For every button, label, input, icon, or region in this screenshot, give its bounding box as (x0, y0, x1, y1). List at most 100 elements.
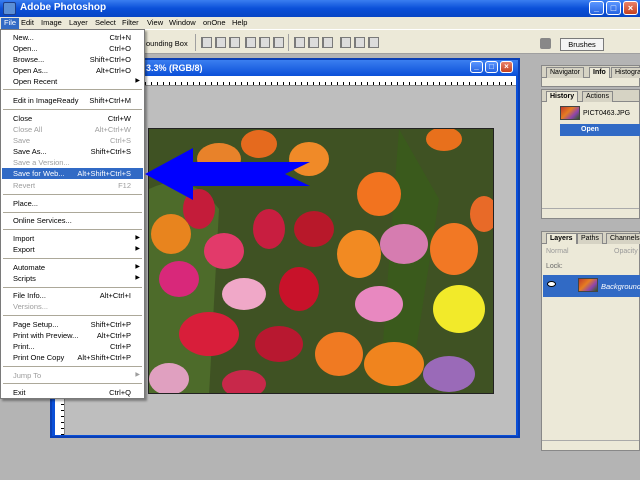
layer-name: Background (601, 282, 640, 291)
menu-item-save-as[interactable]: Save As... Shift+Ctrl+S (2, 146, 143, 157)
menu-item-jump-to: Jump To ▶ (13, 371, 140, 380)
doc-minimize-button[interactable]: _ (470, 61, 483, 73)
history-state-label: Open (581, 126, 599, 133)
align-center-icon[interactable] (259, 37, 270, 48)
align-left-icon[interactable] (245, 37, 256, 48)
menu-layer[interactable]: Layer (66, 18, 91, 29)
palette-well-icon[interactable] (540, 38, 551, 49)
menu-separator (3, 258, 142, 259)
layer-background[interactable]: Background (543, 275, 640, 297)
layers-panel-footer (542, 440, 639, 450)
menu-filter[interactable]: Filter (119, 18, 142, 29)
submenu-arrow-icon: ▶ (135, 264, 140, 270)
submenu-arrow-icon: ▶ (135, 246, 140, 252)
show-bounding-box-label[interactable]: ounding Box (146, 39, 188, 48)
lock-label: Lock: (546, 263, 563, 270)
menu-item-close-all: Close All Alt+Ctrl+W (13, 125, 131, 134)
tab-info[interactable]: Info (589, 67, 610, 78)
maximize-button[interactable]: □ (606, 1, 621, 15)
menu-help[interactable]: Help (229, 18, 250, 29)
menu-edit[interactable]: Edit (18, 18, 37, 29)
menu-image[interactable]: Image (38, 18, 65, 29)
submenu-arrow-icon: ▶ (135, 275, 140, 281)
menu-item-scripts[interactable]: Scripts ▶ (2, 273, 143, 284)
menu-item-save-a-version: Save a Version... (13, 158, 70, 167)
menu-item-versions: Versions... (13, 302, 49, 311)
navigator-tabs: Navigator Info Histogra (542, 66, 640, 78)
menu-item-import[interactable]: Import ▶ (2, 233, 143, 244)
menu-item-print-one-copy[interactable]: Print One Copy Alt+Shift+Ctrl+P (2, 352, 143, 363)
menu-item-automate[interactable]: Automate ▶ (2, 262, 143, 273)
tab-channels[interactable]: Channels (606, 233, 640, 244)
tab-actions[interactable]: Actions (582, 91, 613, 102)
menu-separator (3, 109, 142, 110)
menu-file[interactable]: File (1, 18, 20, 29)
menu-item-close[interactable]: Close Ctrl+W (2, 113, 143, 124)
menu-separator (3, 383, 142, 384)
menu-item-edit-in-imageready[interactable]: Edit in ImageReady Shift+Ctrl+M (2, 95, 143, 106)
menu-window[interactable]: Window (166, 18, 199, 29)
file-menu: New... Ctrl+N Open... Ctrl+O Browse... Shif… (0, 29, 145, 399)
doc-maximize-button[interactable]: □ (485, 61, 498, 73)
menu-item-file-info[interactable]: File Info... Alt+Ctrl+I (2, 290, 143, 301)
minimize-button[interactable]: _ (589, 1, 604, 15)
menu-item-page-setup[interactable]: Page Setup... Shift+Ctrl+P (2, 319, 143, 330)
layers-tabs: Layers Paths Channels (542, 232, 640, 244)
distribute-top-icon[interactable] (294, 37, 305, 48)
photoshop-logo-icon (3, 2, 16, 15)
menu-item-open[interactable]: Open... Ctrl+O (2, 43, 143, 54)
menu-item-exit[interactable]: Exit Ctrl+Q (2, 387, 143, 398)
close-button[interactable]: × (623, 1, 638, 15)
history-snapshot[interactable]: PICT0463.JPG (542, 103, 640, 125)
menu-item-export[interactable]: Export ▶ (2, 244, 143, 255)
menu-item-browse[interactable]: Browse... Shift+Ctrl+O (2, 54, 143, 65)
distribute-center-icon[interactable] (354, 37, 365, 48)
menu-item-place[interactable]: Place... (2, 198, 143, 209)
doc-close-button[interactable]: × (500, 61, 513, 73)
layer-thumbnail (578, 278, 598, 292)
menu-item-revert: Revert F12 (13, 181, 131, 190)
brushes-tab[interactable]: Brushes (560, 38, 604, 51)
history-panel: History Actions PICT0463.JPG Open (541, 89, 640, 219)
menu-separator (3, 287, 142, 288)
submenu-arrow-icon: ▶ (135, 235, 140, 241)
menu-item-print[interactable]: Print... Ctrl+P (2, 341, 143, 352)
align-right-icon[interactable] (273, 37, 284, 48)
snapshot-label: PICT0463.JPG (583, 110, 631, 117)
annotation-arrow-icon (145, 148, 310, 200)
distribute-left-icon[interactable] (340, 37, 351, 48)
menu-view[interactable]: View (144, 18, 166, 29)
distribute-middle-icon[interactable] (308, 37, 319, 48)
menu-onone[interactable]: onOne (200, 18, 229, 29)
distribute-right-icon[interactable] (368, 37, 379, 48)
submenu-arrow-icon: ▶ (135, 372, 140, 378)
tab-navigator[interactable]: Navigator (546, 67, 584, 78)
history-state-open[interactable]: Open (560, 124, 640, 136)
visibility-eye-icon[interactable] (547, 281, 556, 287)
blend-mode-select[interactable]: Normal (546, 248, 569, 255)
menu-bar: File Edit Image Layer Select Filter View… (0, 17, 640, 29)
app-title: Adobe Photoshop (20, 2, 107, 13)
menu-separator (3, 315, 142, 316)
tab-histogram[interactable]: Histogra (611, 67, 640, 78)
menu-item-save-for-web[interactable]: Save for Web... Alt+Shift+Ctrl+S (2, 168, 143, 179)
snapshot-thumbnail (560, 106, 580, 120)
menu-item-new[interactable]: New... Ctrl+N (2, 32, 143, 43)
align-middle-icon[interactable] (215, 37, 226, 48)
app-title-bar: Adobe Photoshop _ □ × (0, 0, 640, 17)
align-top-icon[interactable] (201, 37, 212, 48)
menu-separator (3, 89, 142, 90)
align-bottom-icon[interactable] (229, 37, 240, 48)
separator (195, 34, 196, 51)
tab-paths[interactable]: Paths (577, 233, 603, 244)
menu-item-open-recent[interactable]: Open Recent ▶ (2, 76, 143, 87)
navigator-panel: Navigator Info Histogra (541, 65, 640, 87)
menu-select[interactable]: Select (92, 18, 119, 29)
distribute-bottom-icon[interactable] (322, 37, 333, 48)
menu-item-online-services[interactable]: Online Services... (2, 215, 143, 226)
document-title: 3.3% (RGB/8) (146, 63, 203, 73)
menu-item-open-as[interactable]: Open As... Alt+Ctrl+O (2, 65, 143, 76)
tab-layers[interactable]: Layers (546, 233, 577, 244)
menu-item-print-with-preview[interactable]: Print with Preview... Alt+Ctrl+P (2, 330, 143, 341)
tab-history[interactable]: History (546, 91, 579, 102)
